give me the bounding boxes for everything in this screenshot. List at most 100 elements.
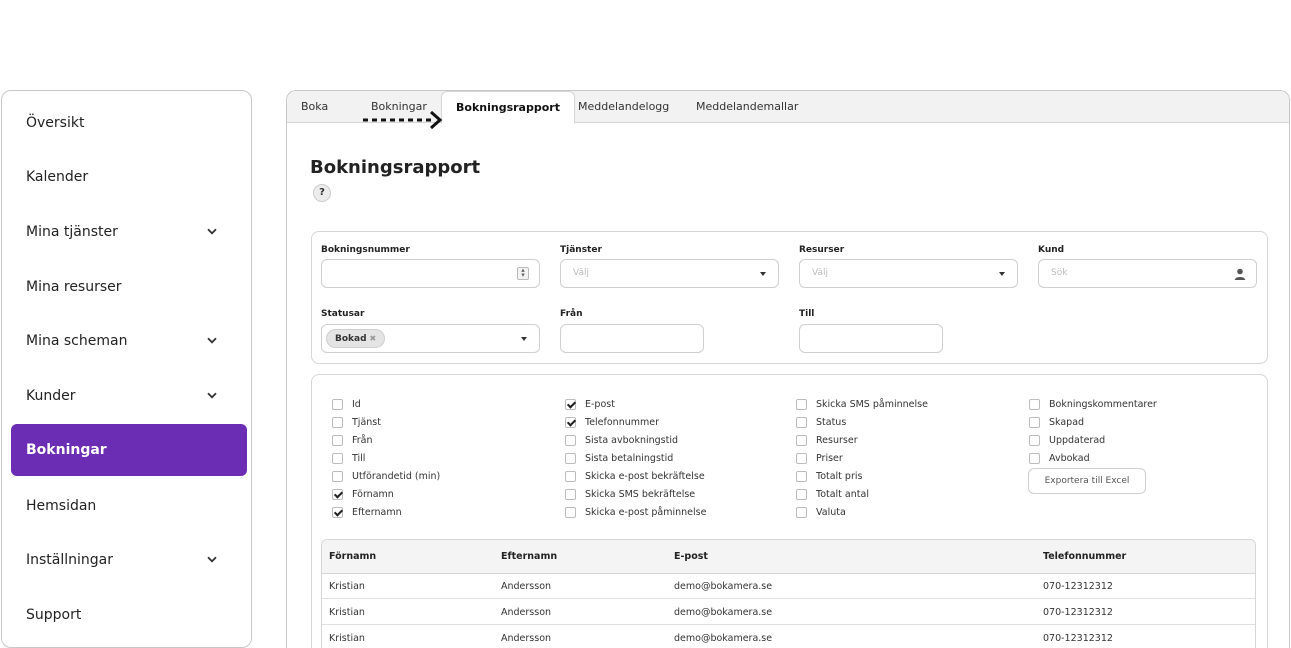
column-option-resurser[interactable]: Resurser [796,432,858,448]
checkbox[interactable] [796,470,807,482]
column-option-totalt-pris[interactable]: Totalt pris [796,468,862,484]
status-tag[interactable]: Bokad ✖ [326,329,386,348]
checkbox-label: Skicka SMS påminnelse [816,398,928,410]
checkbox[interactable] [565,398,576,410]
column-header-epost[interactable]: E-post [674,540,708,574]
tab-meddelandemallar[interactable]: Meddelandemallar [696,91,798,123]
table-row[interactable]: Kristian Andersson demo@bokamera.se 070-… [322,600,1255,625]
checkbox-label: Från [352,434,373,446]
checkbox-label: Skicka SMS bekräftelse [585,488,696,500]
services-select[interactable]: Välj [560,259,779,288]
resources-label: Resurser [799,245,845,255]
checkbox[interactable] [796,398,807,410]
column-option-till[interactable]: Till [332,450,365,466]
table-row[interactable]: Kristian Andersson demo@bokamera.se 070-… [322,574,1255,599]
from-date-input[interactable] [560,324,704,353]
column-option-utförandetid-min[interactable]: Utförandetid (min) [332,468,440,484]
customer-input[interactable]: Sök [1038,259,1257,288]
resources-select[interactable]: Välj [799,259,1018,288]
booking-number-label: Bokningsnummer [321,245,410,255]
checkbox[interactable] [1029,452,1040,464]
checkbox[interactable] [796,434,807,446]
services-label: Tjänster [560,245,602,255]
customer-placeholder: Sök [1051,268,1068,278]
checkbox[interactable] [1029,434,1040,446]
checkbox[interactable] [796,506,807,518]
help-button[interactable]: ? [313,184,331,202]
column-header-telefonnummer[interactable]: Telefonnummer [1043,540,1126,574]
checkbox[interactable] [796,416,807,428]
column-option-efternamn[interactable]: Efternamn [332,504,402,520]
checkbox[interactable] [1029,398,1040,410]
cell-epost: demo@bokamera.se [674,581,773,592]
table-row[interactable]: Kristian Andersson demo@bokamera.se 070-… [322,626,1255,648]
sidebar-item-bokningar[interactable]: Bokningar [11,424,247,476]
export-excel-button[interactable]: Exportera till Excel [1028,468,1146,494]
column-option-avbokad[interactable]: Avbokad [1029,450,1090,466]
checkbox[interactable] [332,452,343,464]
column-option-telefonnummer[interactable]: Telefonnummer [565,414,659,430]
remove-tag-icon[interactable]: ✖ [370,334,377,343]
tab-bokningsrapport[interactable]: Bokningsrapport [441,91,575,124]
column-option-bokningskommentarer[interactable]: Bokningskommentarer [1029,396,1157,412]
column-option-uppdaterad[interactable]: Uppdaterad [1029,432,1105,448]
sidebar-item-label: Hemsidan [26,498,97,514]
checkbox[interactable] [565,506,576,518]
checkbox[interactable] [565,488,576,500]
column-option-status[interactable]: Status [796,414,846,430]
column-option-valuta[interactable]: Valuta [796,504,846,520]
column-header-fornamn[interactable]: Förnamn [329,540,376,574]
sidebar-item-kalender[interactable]: Kalender [11,151,247,203]
column-option-skicka-e-post-bekräftelse[interactable]: Skicka e-post bekräftelse [565,468,705,484]
results-table: Förnamn Efternamn E-post Telefonnummer K… [321,539,1256,648]
services-placeholder: Välj [573,268,589,278]
column-option-totalt-antal[interactable]: Totalt antal [796,486,869,502]
column-option-sista-avbokningstid[interactable]: Sista avbokningstid [565,432,678,448]
column-option-tjänst[interactable]: Tjänst [332,414,381,430]
booking-number-input[interactable]: ▴ ▾ [321,259,540,288]
tab-boka[interactable]: Boka [301,91,328,123]
to-date-input[interactable] [799,324,943,353]
checkbox[interactable] [332,470,343,482]
column-option-skicka-sms-bekräftelse[interactable]: Skicka SMS bekräftelse [565,486,695,502]
checkbox-label: Totalt pris [816,470,863,482]
column-option-id[interactable]: Id [332,396,361,412]
sidebar-item-installningar[interactable]: Inställningar [11,534,247,586]
column-option-skapad[interactable]: Skapad [1029,414,1084,430]
column-option-e-post[interactable]: E-post [565,396,615,412]
column-option-skicka-sms-påminnelse[interactable]: Skicka SMS påminnelse [796,396,928,412]
checkbox[interactable] [332,488,343,500]
spinner-icon[interactable]: ▴ ▾ [517,267,529,280]
checkbox[interactable] [565,416,576,428]
sidebar-item-mina-tjanster[interactable]: Mina tjänster [11,206,247,258]
sidebar-item-mina-scheman[interactable]: Mina scheman [11,315,247,367]
checkbox-label: Telefonnummer [585,416,659,428]
filter-card: Bokningsnummer ▴ ▾ Tjänster Välj Resurser… [311,231,1268,364]
sidebar-item-mina-resurser[interactable]: Mina resurser [11,261,247,313]
checkbox[interactable] [1029,416,1040,428]
checkbox[interactable] [565,470,576,482]
tab-meddelandelogg[interactable]: Meddelandelogg [578,91,669,123]
column-option-skicka-e-post-påminnelse[interactable]: Skicka e-post påminnelse [565,504,706,520]
column-option-priser[interactable]: Priser [796,450,843,466]
column-header-efternamn[interactable]: Efternamn [501,540,557,574]
checkbox-label: Tjänst [352,416,381,428]
cell-epost: demo@bokamera.se [674,607,773,618]
checkbox[interactable] [332,416,343,428]
sidebar-item-kunder[interactable]: Kunder [11,370,247,422]
resources-placeholder: Välj [812,268,828,278]
checkbox[interactable] [565,434,576,446]
checkbox[interactable] [796,488,807,500]
sidebar-item-support[interactable]: Support [11,589,247,641]
checkbox[interactable] [796,452,807,464]
statuses-select[interactable]: Bokad ✖ [321,324,540,353]
column-option-sista-betalningstid[interactable]: Sista betalningstid [565,450,673,466]
column-option-förnamn[interactable]: Förnamn [332,486,394,502]
sidebar-item-oversikt[interactable]: Översikt [11,97,247,149]
checkbox[interactable] [332,398,343,410]
checkbox[interactable] [332,506,343,518]
checkbox[interactable] [565,452,576,464]
sidebar-item-hemsidan[interactable]: Hemsidan [11,480,247,532]
column-option-från[interactable]: Från [332,432,373,448]
checkbox[interactable] [332,434,343,446]
